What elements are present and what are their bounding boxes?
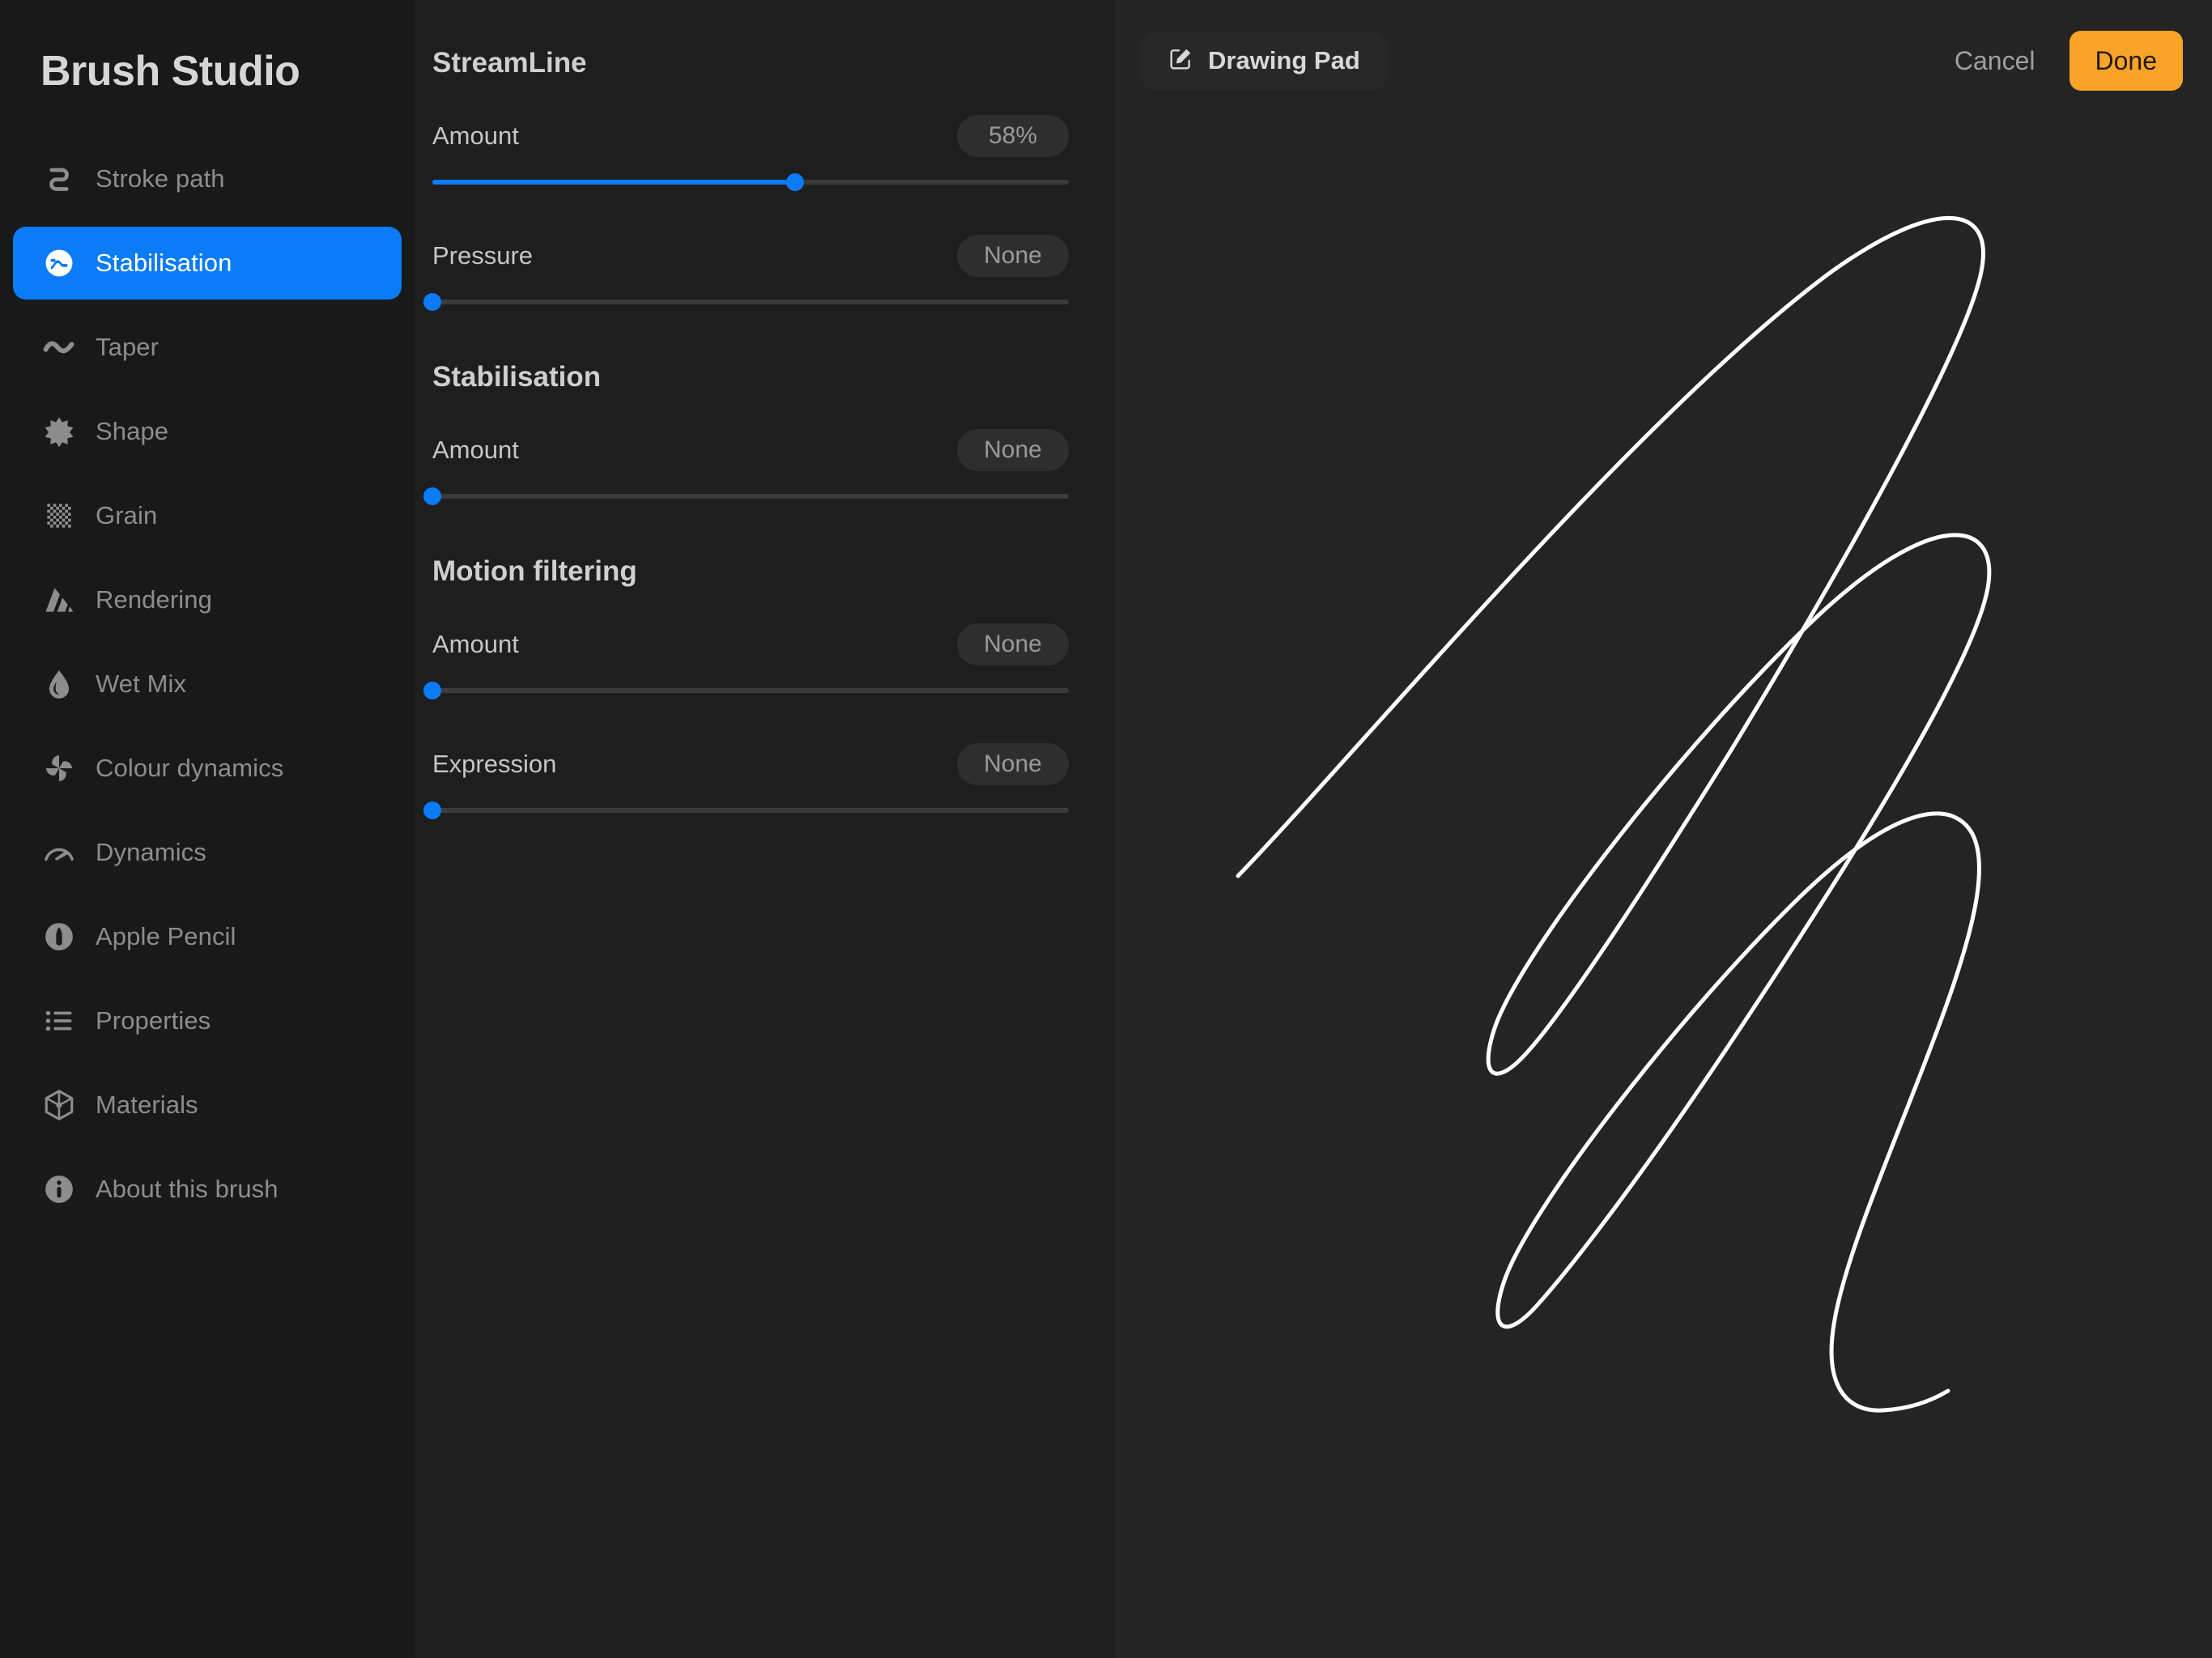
section-title-streamline: StreamLine	[432, 47, 1069, 79]
slider-thumb[interactable]	[423, 801, 441, 819]
sidebar-item-apple-pencil[interactable]: Apple Pencil	[13, 900, 402, 973]
control-header: Expression None	[432, 743, 1069, 785]
stabilisation-icon	[40, 244, 78, 282]
sidebar-nav: Stroke path Stabilisation Taper Shape Grain R…	[0, 142, 415, 1226]
sidebar-item-materials[interactable]: Materials	[13, 1069, 402, 1141]
sidebar-item-taper[interactable]: Taper	[13, 311, 402, 384]
drawing-canvas[interactable]: Drawing Pad Cancel Done	[1114, 0, 2212, 1658]
grain-icon	[40, 497, 78, 534]
sidebar-item-dynamics[interactable]: Dynamics	[13, 816, 402, 889]
control-label: Amount	[432, 436, 519, 465]
sidebar-item-label: Materials	[96, 1090, 198, 1120]
wet-mix-icon	[40, 665, 78, 703]
control-value-badge: None	[957, 235, 1069, 277]
properties-icon	[40, 1002, 78, 1039]
page-title: Brush Studio	[0, 47, 415, 96]
sidebar: Brush Studio Stroke path Stabilisation Tap…	[0, 0, 415, 1658]
rendering-icon	[40, 581, 78, 619]
info-icon	[40, 1171, 78, 1208]
brush-preview-stroke	[1114, 0, 2212, 1658]
dynamics-icon	[40, 834, 78, 871]
sidebar-item-stabilisation[interactable]: Stabilisation	[13, 227, 402, 300]
stroke-path-icon	[40, 160, 78, 198]
sidebar-item-about-this-brush[interactable]: About this brush	[13, 1153, 402, 1226]
slider-track	[432, 688, 1069, 693]
settings-panel: StreamLine Amount 58% Pressure None Stabilisa…	[415, 0, 1114, 1658]
sidebar-item-label: Rendering	[96, 585, 212, 614]
slider-thumb[interactable]	[423, 487, 441, 505]
control-header: Amount None	[432, 429, 1069, 471]
control-header: Amount 58%	[432, 115, 1069, 157]
control-header: Pressure None	[432, 235, 1069, 277]
control-value-badge: None	[957, 429, 1069, 471]
slider-thumb[interactable]	[423, 293, 441, 311]
slider-fill	[432, 180, 795, 185]
apple-pencil-icon	[40, 918, 78, 955]
control-label: Expression	[432, 750, 556, 779]
sidebar-item-label: Wet Mix	[96, 670, 186, 699]
stroke-svg	[1114, 0, 2212, 1658]
slider-amount[interactable]	[432, 682, 1069, 699]
colour-dynamics-icon	[40, 750, 78, 787]
slider-track	[432, 494, 1069, 499]
slider-amount[interactable]	[432, 173, 1069, 191]
materials-icon	[40, 1086, 78, 1124]
control-amount: Amount None	[432, 429, 1069, 505]
control-amount: Amount 58%	[432, 115, 1069, 191]
sidebar-item-stroke-path[interactable]: Stroke path	[13, 142, 402, 215]
sidebar-item-colour-dynamics[interactable]: Colour dynamics	[13, 732, 402, 805]
sidebar-item-label: Stroke path	[96, 164, 225, 193]
taper-icon	[40, 329, 78, 366]
sidebar-item-label: Grain	[96, 501, 157, 530]
control-value-badge: None	[957, 623, 1069, 665]
control-pressure: Pressure None	[432, 235, 1069, 311]
control-value-badge: 58%	[957, 115, 1069, 157]
section-title-motion-filtering: Motion filtering	[432, 555, 1069, 588]
sidebar-item-label: Apple Pencil	[96, 922, 236, 951]
shape-icon	[40, 413, 78, 450]
slider-amount[interactable]	[432, 487, 1069, 505]
sidebar-item-label: Taper	[96, 333, 159, 362]
slider-thumb[interactable]	[423, 682, 441, 699]
sidebar-item-label: Shape	[96, 417, 168, 446]
control-label: Pressure	[432, 241, 533, 270]
slider-thumb[interactable]	[786, 173, 804, 191]
sidebar-item-label: Dynamics	[96, 838, 206, 867]
brush-studio-window: Brush Studio Stroke path Stabilisation Tap…	[0, 0, 2212, 1658]
control-value-badge: None	[957, 743, 1069, 785]
sidebar-item-rendering[interactable]: Rendering	[13, 563, 402, 636]
control-expression: Expression None	[432, 743, 1069, 819]
control-amount: Amount None	[432, 623, 1069, 699]
control-label: Amount	[432, 630, 519, 659]
sidebar-item-label: Stabilisation	[96, 249, 232, 278]
slider-track	[432, 300, 1069, 304]
sidebar-item-label: Properties	[96, 1006, 211, 1035]
settings-sections: StreamLine Amount 58% Pressure None Stabilisa…	[415, 47, 1114, 819]
sidebar-item-wet-mix[interactable]: Wet Mix	[13, 648, 402, 721]
section-title-stabilisation: Stabilisation	[432, 361, 1069, 393]
sidebar-item-grain[interactable]: Grain	[13, 479, 402, 552]
sidebar-item-label: Colour dynamics	[96, 754, 283, 783]
slider-expression[interactable]	[432, 801, 1069, 819]
sidebar-item-shape[interactable]: Shape	[13, 395, 402, 468]
sidebar-item-label: About this brush	[96, 1175, 279, 1204]
control-label: Amount	[432, 121, 519, 151]
slider-pressure[interactable]	[432, 293, 1069, 311]
slider-track	[432, 808, 1069, 813]
control-header: Amount None	[432, 623, 1069, 665]
sidebar-item-properties[interactable]: Properties	[13, 984, 402, 1057]
